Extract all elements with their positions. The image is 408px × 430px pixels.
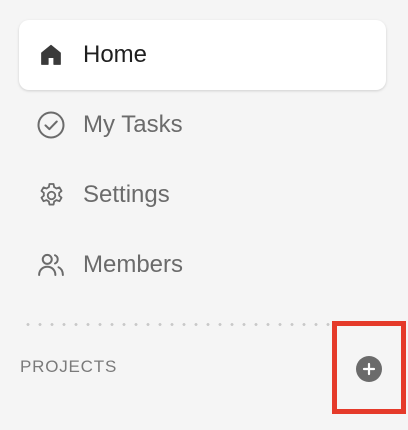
sidebar-item-label: Home	[83, 41, 148, 68]
sidebar-item-settings[interactable]: Settings	[19, 160, 386, 230]
plus-circle-icon	[362, 362, 376, 376]
sidebar-nav: Home My Tasks Settings Members	[19, 20, 386, 300]
sidebar: Home My Tasks Settings Members PROJECTS	[0, 0, 408, 430]
sidebar-item-members[interactable]: Members	[19, 230, 386, 300]
gear-icon	[36, 180, 66, 210]
add-project-button[interactable]	[356, 356, 382, 382]
home-icon	[36, 40, 66, 70]
projects-section-header: PROJECTS	[20, 357, 118, 376]
users-icon	[36, 250, 66, 280]
check-circle-icon	[36, 110, 66, 140]
sidebar-item-my-tasks[interactable]: My Tasks	[19, 90, 386, 160]
sidebar-item-label: My Tasks	[83, 111, 183, 138]
sidebar-item-label: Members	[83, 251, 184, 278]
section-divider	[22, 323, 332, 326]
sidebar-item-home[interactable]: Home	[19, 20, 386, 90]
sidebar-item-label: Settings	[83, 181, 170, 208]
